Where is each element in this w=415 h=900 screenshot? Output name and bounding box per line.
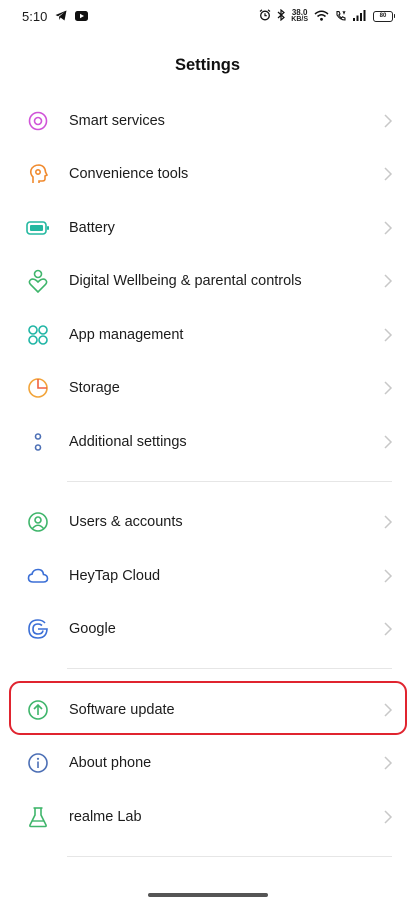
status-bar-right: 38.0 KB/S 80 <box>259 8 395 24</box>
chevron-right-icon <box>383 809 393 825</box>
alarm-icon <box>259 8 271 24</box>
settings-item-label: Convenience tools <box>69 165 189 182</box>
settings-item-label: About phone <box>69 754 152 771</box>
section-divider <box>67 481 392 482</box>
chevron-right-icon <box>383 220 393 236</box>
chevron-right-icon <box>383 514 393 530</box>
settings-item-realme-lab[interactable]: realme Lab <box>0 790 415 843</box>
status-time: 5:10 <box>22 8 48 24</box>
chevron-right-icon <box>383 621 393 637</box>
settings-item-label: Digital Wellbeing & parental controls <box>69 272 302 289</box>
chevron-right-icon <box>383 273 393 289</box>
battery-indicator: 80 <box>373 10 395 22</box>
wifi-icon <box>314 9 329 24</box>
storage-icon <box>26 376 50 400</box>
settings-item-label: Smart services <box>69 112 165 129</box>
bluetooth-icon <box>277 8 286 24</box>
lab-flask-icon <box>26 805 50 829</box>
network-speed-unit: KB/S <box>291 16 308 23</box>
battery-level: 80 <box>379 13 387 19</box>
settings-item-digital-wellbeing[interactable]: Digital Wellbeing & parental controls <box>0 254 415 307</box>
page-title: Settings <box>174 56 241 74</box>
cloud-icon <box>26 564 50 588</box>
settings-item-about-phone[interactable]: About phone <box>0 736 415 789</box>
telegram-icon <box>55 9 67 24</box>
highlight-box <box>9 681 407 735</box>
settings-item-additional-settings[interactable]: Additional settings <box>0 415 415 468</box>
settings-item-label: Users & accounts <box>69 513 183 530</box>
about-phone-icon <box>26 751 50 775</box>
settings-item-label: Storage <box>69 379 120 396</box>
users-accounts-icon <box>26 510 50 534</box>
settings-item-label: Additional settings <box>69 433 187 450</box>
additional-settings-icon <box>26 430 50 454</box>
google-icon <box>26 617 50 641</box>
settings-item-heytap-cloud[interactable]: HeyTap Cloud <box>0 549 415 602</box>
settings-item-google[interactable]: Google <box>0 602 415 655</box>
settings-item-convenience-tools[interactable]: Convenience tools <box>0 147 415 200</box>
section-divider <box>67 668 392 669</box>
battery-icon <box>26 216 50 240</box>
chevron-right-icon <box>383 568 393 584</box>
chevron-right-icon <box>383 166 393 182</box>
signal-icon <box>353 9 367 24</box>
smart-services-icon <box>26 109 50 133</box>
volte-call-icon <box>335 9 347 24</box>
gesture-navigation-bar[interactable] <box>148 893 268 897</box>
settings-item-label: Battery <box>69 219 115 236</box>
settings-item-smart-services[interactable]: Smart services <box>0 94 415 147</box>
network-speed-value: 38.0 <box>291 8 308 17</box>
chevron-right-icon <box>383 327 393 343</box>
chevron-right-icon <box>383 755 393 771</box>
chevron-right-icon <box>383 113 393 129</box>
settings-item-users-accounts[interactable]: Users & accounts <box>0 495 415 548</box>
section-divider <box>67 856 392 857</box>
chevron-right-icon <box>383 380 393 396</box>
app-management-icon <box>26 323 50 347</box>
network-speed: 38.0 KB/S <box>291 8 308 24</box>
settings-item-label: Google <box>69 620 116 637</box>
chevron-right-icon <box>383 434 393 450</box>
settings-item-battery[interactable]: Battery <box>0 201 415 254</box>
status-bar-left: 5:10 <box>22 8 89 24</box>
settings-item-label: realme Lab <box>69 808 142 825</box>
status-bar: 5:10 38.0 KB/S 80 <box>0 0 415 32</box>
settings-item-app-management[interactable]: App management <box>0 308 415 361</box>
settings-item-label: App management <box>69 326 184 343</box>
youtube-icon <box>75 9 89 24</box>
digital-wellbeing-icon <box>26 269 50 293</box>
settings-item-storage[interactable]: Storage <box>0 361 415 414</box>
settings-item-label: HeyTap Cloud <box>69 567 161 584</box>
convenience-tools-icon <box>26 162 50 186</box>
